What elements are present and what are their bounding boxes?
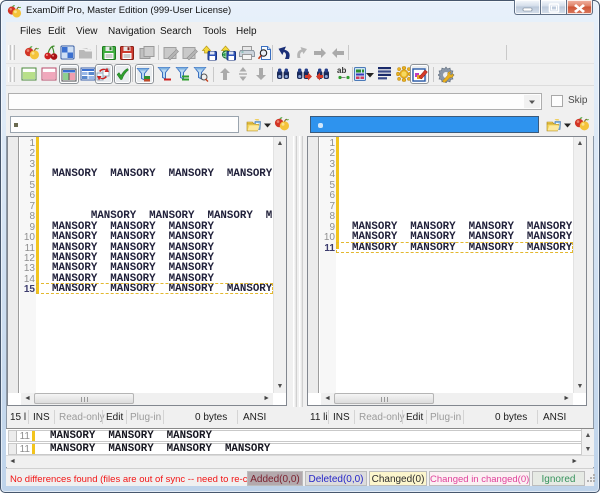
svg-text:ab: ab [337,66,346,75]
